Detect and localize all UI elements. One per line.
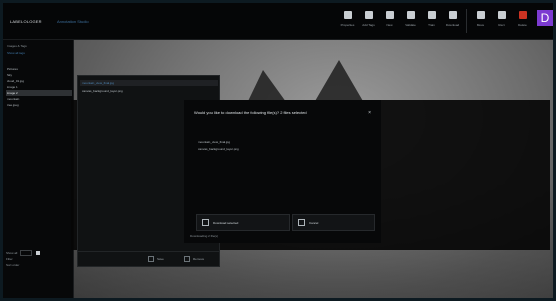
- dialog-file: canvas_background_layer.png: [198, 147, 239, 151]
- properties-icon: [343, 11, 352, 19]
- download-button[interactable]: Download: [442, 3, 463, 39]
- rectangle-button[interactable]: Rect: [491, 3, 512, 39]
- filter-input[interactable]: [20, 250, 33, 256]
- download-dialog: Would you like to download the following…: [184, 100, 381, 243]
- footer-label: Filter: [6, 257, 13, 261]
- move-icon: [476, 11, 485, 19]
- tool-label: Delete: [518, 23, 527, 27]
- sidebar-item[interactable]: tree.jpeg: [6, 102, 72, 108]
- sidebar-footer: Show all Filter Sort order: [6, 250, 68, 268]
- tool-label: Add Tags: [362, 23, 375, 27]
- tool-label: Properties: [340, 23, 355, 27]
- validate-icon: [406, 11, 415, 19]
- sidebar-header: Images & Tags: [7, 44, 27, 48]
- top-bar: LABELOLOGER Annotation Studio Properties…: [3, 3, 553, 40]
- dialog-note: Downloading 2 file(s): [190, 234, 219, 238]
- cancel-label: Cancel: [309, 220, 319, 225]
- file-item[interactable]: canvas_background_layer.png: [82, 89, 123, 93]
- toolbar-divider: [466, 9, 467, 33]
- sidebar-footer-row: Sort order: [6, 262, 68, 268]
- tag-icon: [364, 11, 373, 19]
- move-button[interactable]: Move: [470, 3, 491, 39]
- train-icon: [427, 11, 436, 19]
- save-button[interactable]: Save: [148, 256, 164, 262]
- tool-label: Rect: [498, 23, 505, 27]
- left-sidebar: Images & Tags Show all tags Pictures Sky…: [3, 40, 74, 298]
- download-selected-button[interactable]: Download selected: [196, 214, 290, 231]
- show-all-tags-link[interactable]: Show all tags: [7, 51, 25, 55]
- rectangle-icon: [497, 11, 506, 19]
- cancel-button[interactable]: Cancel: [292, 214, 375, 231]
- download-selected-label: Download selected: [213, 220, 239, 225]
- panel-footer: Save Remove: [78, 251, 219, 266]
- file-item-selected[interactable]: mountain_view_final.jpg: [80, 80, 218, 86]
- delete-icon: [518, 11, 527, 19]
- add-tags-button[interactable]: Add Tags: [358, 3, 379, 39]
- close-icon[interactable]: ×: [368, 110, 371, 116]
- show-all-checkbox[interactable]: [36, 251, 41, 255]
- footer-label: Show all: [6, 251, 18, 255]
- cancel-icon: [298, 219, 305, 226]
- remove-label: Remove: [193, 257, 205, 261]
- user-avatar[interactable]: D: [537, 10, 553, 26]
- remove-icon: [184, 256, 190, 262]
- save-label: Save: [157, 257, 164, 261]
- validate-button[interactable]: Validate: [400, 3, 421, 39]
- warning-icon: [202, 219, 209, 226]
- sidebar-list: Pictures Sky cloud_01.jpg image 1 image …: [6, 66, 72, 108]
- dialog-title: Would you like to download the following…: [194, 110, 307, 115]
- footer-label: Sort order: [6, 263, 20, 267]
- app-subtitle: Annotation Studio: [57, 19, 89, 24]
- properties-button[interactable]: Properties: [337, 3, 358, 39]
- tool-label: Validate: [405, 23, 416, 27]
- new-button[interactable]: New: [379, 3, 400, 39]
- train-button[interactable]: Train: [421, 3, 442, 39]
- new-icon: [385, 11, 394, 19]
- tool-label: Train: [428, 23, 435, 27]
- dialog-file: mountain_view_final.jpg: [198, 140, 231, 144]
- save-icon: [148, 256, 154, 262]
- tool-label: Download: [445, 23, 460, 27]
- delete-button[interactable]: Delete: [512, 3, 533, 39]
- download-icon: [448, 11, 457, 19]
- app-title: LABELOLOGER: [10, 19, 42, 24]
- tool-label: Move: [476, 23, 485, 27]
- toolbar: Properties Add Tags New Validate Train D…: [337, 3, 553, 39]
- remove-button[interactable]: Remove: [184, 256, 204, 262]
- tool-label: New: [386, 23, 393, 27]
